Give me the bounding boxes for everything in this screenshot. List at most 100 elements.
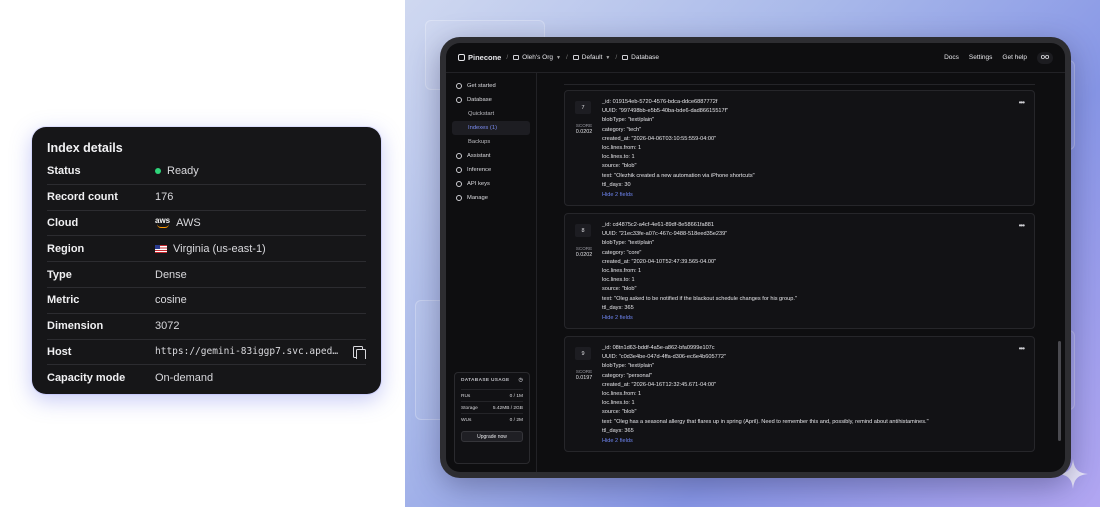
detail-row-status: Status Ready xyxy=(47,159,366,185)
record-field: source: "blob" xyxy=(602,163,637,170)
record-card: 8 SCORE 0.0202 ••• _id: cd4875c2-a4cf-4e… xyxy=(564,213,1035,330)
usage-value: 0 / 2M xyxy=(509,418,523,423)
record-field: category: "core" xyxy=(602,249,642,256)
inference-icon xyxy=(456,167,462,173)
chevron-down-icon: ▼ xyxy=(605,54,611,61)
record-field: created_at: "2020-04-10T52:47:39.565-04.… xyxy=(602,258,717,265)
detail-value: cosine xyxy=(155,294,187,307)
detail-row-host: Host https://gemini-83iggp7.svc.aped-462… xyxy=(47,340,366,366)
record-field: loc.lines.from: 1 xyxy=(602,145,642,152)
score: SCORE 0.0202 xyxy=(573,123,595,135)
breadcrumb-project[interactable]: Default ▼ xyxy=(572,54,611,61)
index-details-card: Index details Status Ready Record count … xyxy=(32,127,381,394)
hide-fields-link[interactable]: Hide 2 fields xyxy=(602,436,1024,446)
index-details-title: Index details xyxy=(47,141,123,155)
detail-value: 176 xyxy=(155,191,174,204)
sidebar-item-get-started[interactable]: Get started xyxy=(452,79,530,93)
record-field: loc.lines.to: 1 xyxy=(602,154,635,161)
sidebar-item-label: API keys xyxy=(467,181,490,187)
record-field: text: "Olezhik created a new automation … xyxy=(602,172,755,179)
usage-row-rus: RUs 0 / 1M xyxy=(461,389,523,401)
detail-key: Dimension xyxy=(47,320,104,333)
scrollbar[interactable] xyxy=(1058,83,1061,453)
usage-value: 0 / 1M xyxy=(509,394,523,399)
sidebar-item-backups[interactable]: Backups xyxy=(452,135,530,149)
detail-key: Cloud xyxy=(47,216,79,229)
record-field: UUID: "c0d3e4be-047d-4ffa-d306-ec6e4b605… xyxy=(602,354,726,361)
score: SCORE 0.0197 xyxy=(573,369,595,381)
host-url[interactable]: https://gemini-83iggp7.svc.aped-4627… xyxy=(155,346,343,357)
detail-row-dimension: Dimension 3072 xyxy=(47,314,366,340)
record-field: category: "personal" xyxy=(602,372,652,379)
sidebar-item-label: Indexes (1) xyxy=(468,125,497,131)
usage-row-wus: WUs 0 / 2M xyxy=(461,413,523,425)
record-field: loc.lines.from: 1 xyxy=(602,391,642,398)
record-field: created_at: "2026-04-06T03:10:55:559-04:… xyxy=(602,135,717,142)
usage-label: Storage xyxy=(461,406,478,411)
record-field: created_at: "2026-04-16T12:32:45.671-04:… xyxy=(602,381,717,388)
hide-fields-link[interactable]: Hide 2 fields xyxy=(602,313,1024,323)
org-icon xyxy=(513,55,520,60)
settings-link[interactable]: Settings xyxy=(969,54,993,61)
detail-key: Host xyxy=(47,345,72,358)
sidebar-item-manage[interactable]: Manage xyxy=(452,191,530,205)
breadcrumb-page[interactable]: Database xyxy=(622,54,659,61)
record-field: ttl_days: 365 xyxy=(602,427,634,434)
detail-key: Record count xyxy=(47,191,118,204)
get-help-link[interactable]: Get help xyxy=(1002,54,1027,61)
sidebar-item-database[interactable]: Database xyxy=(452,93,530,107)
sidebar-item-assistant[interactable]: Assistant xyxy=(452,149,530,163)
sidebar-item-label: Inference xyxy=(467,167,492,173)
breadcrumb-org[interactable]: Oleh's Org ▼ xyxy=(513,54,561,61)
record-field: text: "Oleg asked to be notified if the … xyxy=(602,295,797,302)
page-name: Database xyxy=(631,54,659,61)
detail-key: Metric xyxy=(47,294,80,307)
detail-row-record-count: Record count 176 xyxy=(47,185,366,211)
sidebar-item-label: Assistant xyxy=(467,153,491,159)
record-field: blobType: "text/plain" xyxy=(602,363,655,370)
sidebar-item-inference[interactable]: Inference xyxy=(452,163,530,177)
us-flag-icon xyxy=(155,244,167,253)
scrollbar-thumb[interactable] xyxy=(1058,341,1061,441)
copy-icon[interactable] xyxy=(352,345,366,359)
detail-value: https://gemini-83iggp7.svc.aped-4627… xyxy=(155,345,366,359)
key-icon xyxy=(456,181,462,187)
more-options-icon[interactable]: ••• xyxy=(1019,344,1025,353)
sidebar-item-label: Manage xyxy=(467,195,488,201)
region-text: Virginia (us-east-1) xyxy=(173,242,266,255)
usage-title: DATABASE USAGE ◷ xyxy=(461,378,523,383)
detail-value: aws AWS xyxy=(155,217,366,229)
assistant-icon xyxy=(456,153,462,159)
more-options-icon[interactable]: ••• xyxy=(1019,221,1025,230)
more-options-icon[interactable]: ••• xyxy=(1019,98,1025,107)
detail-key: Status xyxy=(47,165,81,178)
upgrade-now-button[interactable]: Upgrade now xyxy=(461,431,523,442)
rank-badge: 9 xyxy=(575,347,591,361)
record-field: _id: 019154eb-5720-4576-bdca-ddce6887772… xyxy=(602,99,718,105)
score-value: 0.0197 xyxy=(575,375,593,382)
record-card: 9 SCORE 0.0197 ••• _id: 08tn1d63-bddf-4a… xyxy=(564,336,1035,453)
detail-value: On-demand xyxy=(155,372,214,385)
status-text: Ready xyxy=(167,165,199,178)
sidebar-item-quickstart[interactable]: Quickstart xyxy=(452,107,530,121)
record-field: loc.lines.from: 1 xyxy=(602,268,642,275)
record-field: blobType: "text/plain" xyxy=(602,240,655,247)
sidebar-item-label: Backups xyxy=(468,139,491,145)
rank-badge: 7 xyxy=(575,101,591,114)
cloud-text: AWS xyxy=(176,216,201,229)
sidebar-item-indexes[interactable]: Indexes (1) xyxy=(452,121,530,135)
record-field: _id: cd4875c2-a4cf-4e61-89df-8e58661fa88… xyxy=(602,222,714,229)
sidebar-item-api-keys[interactable]: API keys xyxy=(452,177,530,191)
project-name: Default xyxy=(581,54,603,61)
brand[interactable]: Pinecone xyxy=(458,53,501,62)
hide-fields-link[interactable]: Hide 2 fields xyxy=(602,190,1024,200)
usage-row-storage: Storage 5.42MB / 2GB xyxy=(461,401,523,413)
docs-link[interactable]: Docs xyxy=(944,54,959,61)
folder-icon xyxy=(572,55,579,60)
sidebar-item-label: Database xyxy=(467,97,492,103)
avatar[interactable]: OO xyxy=(1037,51,1053,64)
usage-value: 5.42MB / 2GB xyxy=(492,406,523,411)
detail-value: Virginia (us-east-1) xyxy=(155,243,366,255)
top-bar: Pinecone / Oleh's Org ▼ / Default ▼ / Da… xyxy=(446,43,1065,73)
detail-key: Capacity mode xyxy=(47,372,126,385)
